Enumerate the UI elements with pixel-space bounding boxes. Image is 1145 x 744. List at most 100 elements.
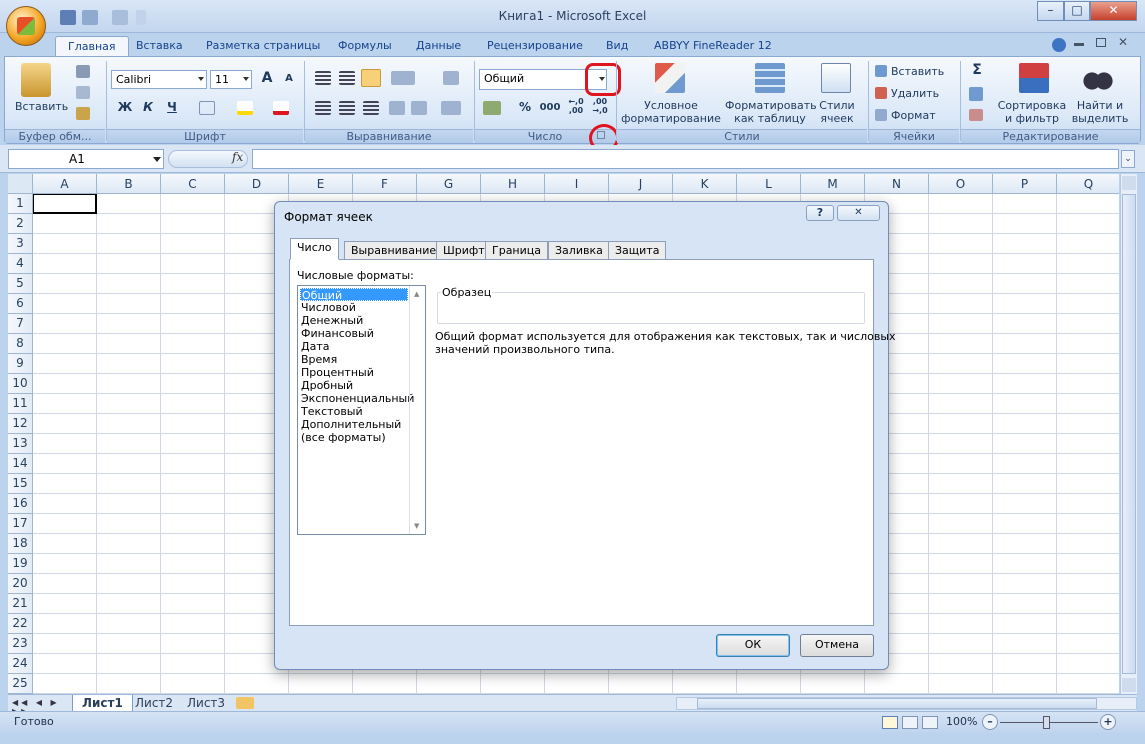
column-header[interactable]: B: [97, 174, 161, 194]
fill-icon[interactable]: [969, 87, 983, 101]
row-header[interactable]: 5: [8, 274, 33, 294]
thousands-button[interactable]: 000: [537, 98, 563, 118]
row-header[interactable]: 20: [8, 574, 33, 594]
column-header[interactable]: P: [993, 174, 1057, 194]
format-list-item[interactable]: Дополнительный: [300, 418, 402, 431]
decrease-indent-icon[interactable]: [389, 101, 405, 115]
row-header[interactable]: 25: [8, 674, 33, 694]
format-list-item[interactable]: Дата: [300, 340, 330, 353]
select-all-button[interactable]: [8, 174, 33, 194]
ribbon-restore-icon[interactable]: [1096, 38, 1106, 47]
row-header[interactable]: 23: [8, 634, 33, 654]
format-list-item[interactable]: Процентный: [300, 366, 375, 379]
redo-icon[interactable]: [112, 10, 128, 25]
format-painter-icon[interactable]: [76, 107, 90, 120]
percent-button[interactable]: %: [515, 98, 535, 118]
format-list-item[interactable]: Текстовый: [300, 405, 364, 418]
ribbon-close-icon[interactable]: ✕: [1118, 35, 1128, 49]
format-list-item[interactable]: Дробный: [300, 379, 354, 392]
sheet-tab-2[interactable]: Лист2: [126, 695, 182, 712]
align-left-icon[interactable]: [315, 101, 331, 115]
close-button[interactable]: ✕: [1090, 1, 1137, 21]
maximize-button[interactable]: □: [1064, 1, 1090, 21]
scroll-thumb[interactable]: [1122, 194, 1136, 674]
row-header[interactable]: 14: [8, 454, 33, 474]
h-scroll-thumb[interactable]: [697, 698, 1097, 709]
row-header[interactable]: 9: [8, 354, 33, 374]
undo-icon[interactable]: [82, 10, 98, 25]
conditional-formatting-button[interactable]: Условное форматирование: [619, 99, 723, 125]
sheet-tab-1[interactable]: Лист1: [72, 695, 133, 712]
tab-review[interactable]: Рецензирование: [475, 36, 595, 57]
formula-input[interactable]: [252, 149, 1119, 169]
autosum-button[interactable]: Σ: [967, 61, 987, 81]
cell-styles-icon[interactable]: [821, 63, 851, 93]
dialog-tab-border[interactable]: Граница: [485, 241, 549, 260]
row-header[interactable]: 7: [8, 314, 33, 334]
chevron-down-icon[interactable]: [198, 77, 204, 81]
name-box[interactable]: A1: [8, 149, 164, 169]
dialog-tab-protection[interactable]: Защита: [608, 241, 667, 260]
name-box-dropdown-icon[interactable]: [153, 157, 161, 162]
format-list-item[interactable]: Финансовый: [300, 327, 375, 340]
tab-page-layout[interactable]: Разметка страницы: [194, 36, 332, 57]
customize-qat-icon[interactable]: [136, 10, 146, 25]
format-cells-icon[interactable]: [875, 109, 887, 121]
tab-abbyy[interactable]: ABBYY FineReader 12: [642, 36, 784, 57]
zoom-level[interactable]: 100%: [946, 715, 977, 728]
row-header[interactable]: 13: [8, 434, 33, 454]
find-select-button[interactable]: Найти и выделить: [1071, 99, 1129, 125]
format-list-item[interactable]: Денежный: [300, 314, 364, 327]
column-header[interactable]: O: [929, 174, 993, 194]
format-list-item[interactable]: Общий: [300, 288, 408, 302]
chevron-down-icon[interactable]: [599, 77, 605, 81]
row-header[interactable]: 17: [8, 514, 33, 534]
dialog-help-button[interactable]: ?: [806, 205, 834, 221]
zoom-slider-thumb[interactable]: [1043, 716, 1050, 729]
ribbon-minimize-icon[interactable]: [1074, 43, 1084, 46]
cancel-button[interactable]: Отмена: [800, 634, 874, 657]
row-header[interactable]: 4: [8, 254, 33, 274]
column-header[interactable]: F: [353, 174, 417, 194]
column-header[interactable]: Q: [1057, 174, 1119, 194]
tab-home[interactable]: Главная: [55, 36, 129, 57]
dialog-tab-number[interactable]: Число: [290, 238, 339, 260]
row-header[interactable]: 24: [8, 654, 33, 674]
column-header[interactable]: K: [673, 174, 737, 194]
row-header[interactable]: 12: [8, 414, 33, 434]
format-list-item[interactable]: Время: [300, 353, 338, 366]
column-header[interactable]: H: [481, 174, 545, 194]
format-cells-button[interactable]: Формат: [891, 109, 936, 122]
orientation-icon[interactable]: [391, 71, 415, 85]
copy-icon[interactable]: [76, 86, 90, 99]
column-header[interactable]: J: [609, 174, 673, 194]
font-color-icon[interactable]: [273, 101, 289, 115]
column-header[interactable]: M: [801, 174, 865, 194]
scroll-down-icon[interactable]: [1122, 678, 1136, 692]
vertical-scrollbar[interactable]: [1120, 174, 1137, 694]
sheet-nav-icons[interactable]: ◀◀ ◀ ▶ ▶▶: [12, 698, 66, 716]
save-icon[interactable]: [60, 10, 76, 25]
normal-view-icon[interactable]: [882, 716, 898, 729]
increase-indent-icon[interactable]: [411, 101, 427, 115]
minimize-button[interactable]: –: [1037, 1, 1064, 21]
merge-center-icon[interactable]: [441, 101, 461, 115]
page-layout-view-icon[interactable]: [902, 716, 918, 729]
row-header[interactable]: 15: [8, 474, 33, 494]
zoom-out-button[interactable]: –: [982, 714, 998, 730]
delete-cells-button[interactable]: Удалить: [891, 87, 939, 100]
row-header[interactable]: 16: [8, 494, 33, 514]
column-header[interactable]: A: [33, 174, 97, 194]
format-as-table-button[interactable]: Форматировать как таблицу: [725, 99, 817, 125]
column-header[interactable]: I: [545, 174, 609, 194]
delete-cells-icon[interactable]: [875, 87, 887, 99]
tab-insert[interactable]: Вставка: [124, 36, 195, 57]
dialog-tab-alignment[interactable]: Выравнивание: [344, 241, 444, 260]
zoom-in-button[interactable]: +: [1100, 714, 1116, 730]
row-header[interactable]: 6: [8, 294, 33, 314]
find-select-icon[interactable]: [1083, 63, 1113, 93]
format-list-item[interactable]: Числовой: [300, 301, 357, 314]
insert-cells-icon[interactable]: [875, 65, 887, 77]
grow-font-button[interactable]: A: [257, 69, 277, 89]
cut-icon[interactable]: [76, 65, 90, 78]
